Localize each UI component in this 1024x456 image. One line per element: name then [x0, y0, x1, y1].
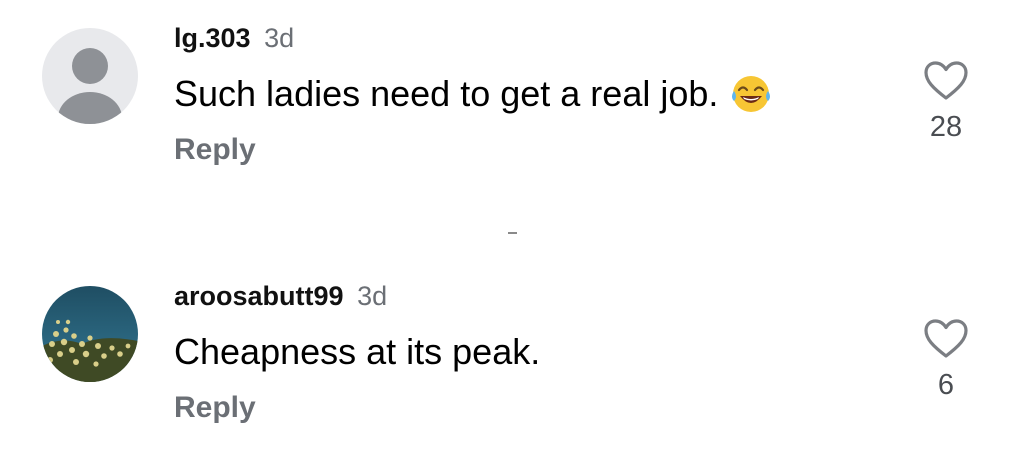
like-button[interactable] [923, 318, 969, 360]
comment-meta: aroosabutt99 3d [174, 276, 854, 316]
face-with-tears-of-joy-icon [730, 73, 772, 115]
flowers-photo-avatar-icon [42, 286, 138, 382]
comment-text: Such ladies need to get a real job. [174, 72, 854, 116]
like-count: 6 [937, 369, 955, 401]
heart-icon [924, 61, 968, 100]
comment-time: 3d [264, 23, 295, 53]
like-count: 28 [929, 111, 963, 143]
avatar[interactable] [42, 28, 138, 124]
heart-icon [924, 319, 968, 358]
comment-body: aroosabutt99 3d Cheapness at its peak. R… [174, 276, 854, 428]
comment-item: lg.303 3d Such ladies need to get a real… [0, 0, 1024, 170]
username[interactable]: aroosabutt99 [174, 281, 344, 311]
comment-text-content: Cheapness at its peak. [174, 331, 541, 372]
comment-item: aroosabutt99 3d Cheapness at its peak. R… [0, 258, 1024, 428]
reply-button[interactable]: Reply [174, 388, 256, 428]
like-column: 28 [920, 60, 972, 144]
divider [508, 232, 517, 234]
comment-meta: lg.303 3d [174, 18, 854, 58]
comment-text-content: Such ladies need to get a real job. [174, 73, 719, 114]
username[interactable]: lg.303 [174, 23, 251, 53]
comment-body: lg.303 3d Such ladies need to get a real… [174, 18, 854, 170]
comment-text: Cheapness at its peak. [174, 330, 854, 374]
avatar[interactable] [42, 286, 138, 382]
default-avatar-icon [42, 28, 138, 124]
like-button[interactable] [923, 60, 969, 102]
reply-button[interactable]: Reply [174, 130, 256, 170]
like-column: 6 [920, 318, 972, 402]
comment-time: 3d [357, 281, 388, 311]
